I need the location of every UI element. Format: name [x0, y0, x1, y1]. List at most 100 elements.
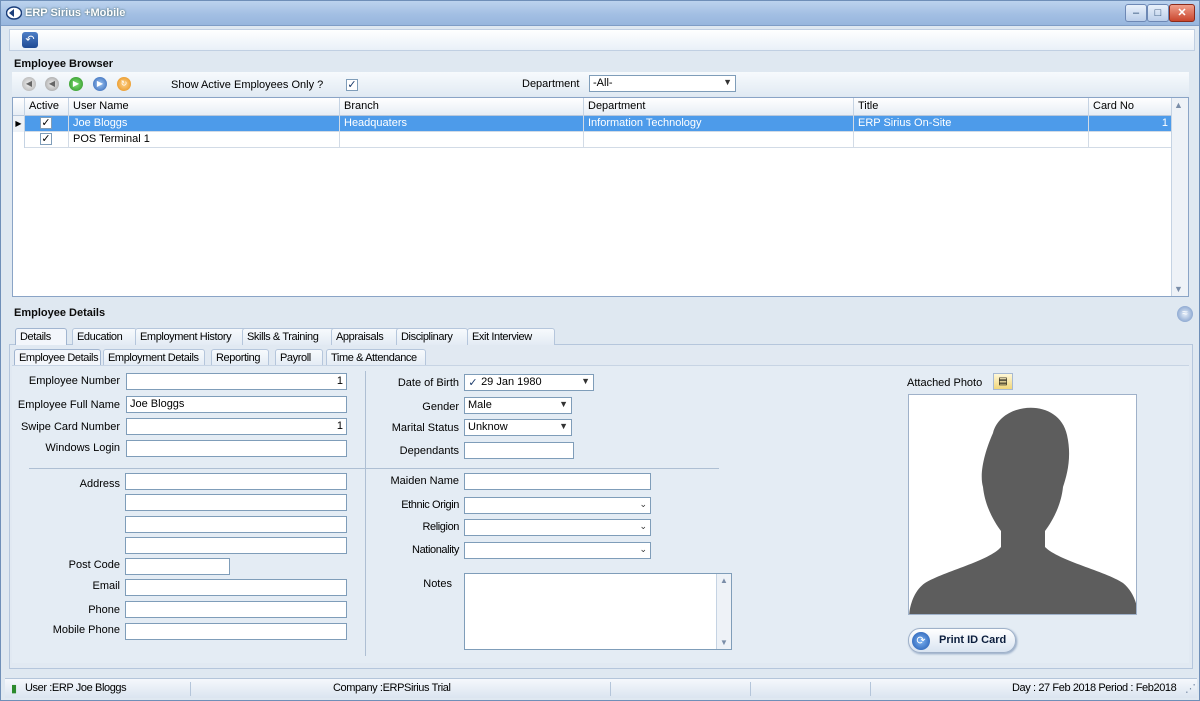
table-row[interactable]: ✓ POS Terminal 1: [13, 132, 1171, 148]
column-header-card-no[interactable]: Card No: [1089, 98, 1171, 116]
status-divider: [870, 682, 871, 696]
nationality-select[interactable]: ⌄: [464, 542, 651, 559]
column-header-branch[interactable]: Branch: [340, 98, 584, 116]
last-record-button[interactable]: ▶: [93, 77, 107, 91]
column-divider: [365, 371, 366, 656]
scroll-up-icon[interactable]: ▲: [1174, 100, 1183, 110]
address-line-2-field[interactable]: [125, 494, 347, 511]
cell-user-name: Joe Bloggs: [69, 116, 340, 132]
scroll-down-icon[interactable]: ▼: [1174, 284, 1183, 294]
full-name-label: Employee Full Name: [17, 399, 120, 411]
tab-payroll[interactable]: Payroll: [275, 349, 323, 366]
column-header-title[interactable]: Title: [854, 98, 1089, 116]
status-divider: [610, 682, 611, 696]
maximize-button[interactable]: □: [1147, 4, 1169, 22]
tab-disciplinary[interactable]: Disciplinary: [396, 328, 468, 345]
religion-select[interactable]: ⌄: [464, 519, 651, 536]
dob-value: 29 Jan 1980: [481, 376, 542, 388]
back-button[interactable]: ↶: [22, 32, 38, 48]
maiden-name-field[interactable]: [464, 473, 651, 490]
tab-exit-interview[interactable]: Exit Interview: [467, 328, 555, 345]
tab-time-attendance[interactable]: Time & Attendance: [326, 349, 426, 366]
post-code-field[interactable]: [125, 558, 230, 575]
tab-skills-training[interactable]: Skills & Training: [242, 328, 341, 345]
tab-employee-details[interactable]: Employee Details: [14, 349, 101, 366]
cell-branch: Headquaters: [340, 116, 584, 132]
previous-record-button[interactable]: ◀: [45, 77, 59, 91]
windows-login-field[interactable]: [126, 440, 347, 457]
gender-select[interactable]: Male ▼: [464, 397, 572, 414]
column-header-active[interactable]: Active: [25, 98, 69, 116]
column-header-user-name[interactable]: User Name: [69, 98, 340, 116]
notes-textarea[interactable]: ▲ ▼: [464, 573, 732, 650]
religion-label: Religion: [422, 521, 459, 533]
row-indicator-header: [13, 98, 25, 116]
marital-status-value: Unknow: [468, 421, 508, 433]
tab-details[interactable]: Details: [15, 328, 67, 345]
post-code-label: Post Code: [68, 559, 120, 571]
dob-picker[interactable]: ✓ 29 Jan 1980 ▼: [464, 374, 594, 391]
employee-photo: [908, 394, 1137, 615]
attached-photo-label: Attached Photo: [907, 377, 983, 389]
mobile-phone-field[interactable]: [125, 623, 347, 640]
active-checkbox[interactable]: ✓: [40, 117, 52, 129]
scroll-up-icon[interactable]: ▲: [720, 576, 728, 585]
address-line-4-field[interactable]: [125, 537, 347, 554]
tab-employment-details[interactable]: Employment Details: [103, 349, 205, 366]
department-filter-select[interactable]: -All- ▼: [589, 75, 736, 92]
open-folder-icon[interactable]: ▤: [993, 373, 1013, 390]
tab-reporting[interactable]: Reporting: [211, 349, 269, 366]
employee-number-field[interactable]: 1: [126, 373, 347, 390]
main-window: ERP Sirius +Mobile – □ ✕ ↶ Employee Brow…: [0, 0, 1200, 701]
tab-employment-history[interactable]: Employment History: [135, 328, 247, 345]
full-name-field[interactable]: Joe Bloggs: [126, 396, 347, 413]
close-button[interactable]: ✕: [1169, 4, 1195, 22]
address-line-3-field[interactable]: [125, 516, 347, 533]
ethnic-origin-label: Ethnic Origin: [401, 499, 459, 511]
cell-card-no: 1: [1161, 117, 1168, 129]
cell-branch: [340, 132, 584, 148]
cell-title: [854, 132, 1089, 148]
dependants-field[interactable]: [464, 442, 574, 459]
department-filter-label: Department: [522, 78, 580, 90]
marital-status-select[interactable]: Unknow ▼: [464, 419, 572, 436]
chevron-down-icon: ▼: [723, 77, 732, 87]
dob-checkbox[interactable]: ✓: [468, 378, 478, 390]
app-logo-icon: [6, 6, 22, 20]
active-checkbox[interactable]: ✓: [40, 133, 52, 145]
window-title: ERP Sirius +Mobile: [25, 7, 126, 19]
department-filter-value: -All-: [593, 77, 613, 89]
grid-header: Active User Name Branch Department Title…: [13, 98, 1171, 116]
refresh-button[interactable]: ↻: [117, 77, 131, 91]
cell-card-no: [1089, 132, 1171, 148]
cell-active[interactable]: ✓: [25, 132, 69, 148]
grid-scrollbar[interactable]: ▲ ▼: [1171, 98, 1188, 296]
marital-status-label: Marital Status: [391, 422, 459, 434]
next-record-button[interactable]: ▶: [69, 77, 83, 91]
row-indicator-icon: [13, 132, 25, 148]
print-id-card-button[interactable]: ⟳ Print ID Card: [908, 628, 1016, 653]
ethnic-origin-select[interactable]: ⌄: [464, 497, 651, 514]
tab-education[interactable]: Education: [72, 328, 137, 345]
chevron-down-icon: ▼: [581, 376, 590, 386]
phone-field[interactable]: [125, 601, 347, 618]
collapse-icon[interactable]: ≈: [1177, 306, 1193, 322]
resize-grip-icon[interactable]: ⋰: [1185, 682, 1196, 696]
cell-active[interactable]: ✓: [25, 116, 69, 132]
email-field[interactable]: [125, 579, 347, 596]
employee-browser-title: Employee Browser: [14, 58, 114, 70]
chevron-down-icon: ⌄: [639, 521, 647, 531]
table-row[interactable]: ▶ ✓ Joe Bloggs Headquaters Information T…: [13, 116, 1171, 132]
swipe-card-field[interactable]: 1: [126, 418, 347, 435]
active-only-checkbox[interactable]: ✓: [346, 79, 358, 91]
minimize-button[interactable]: –: [1125, 4, 1147, 22]
employee-number-label: Employee Number: [28, 375, 120, 387]
title-bar[interactable]: ERP Sirius +Mobile – □ ✕: [1, 1, 1199, 26]
first-record-button[interactable]: ◀: [22, 77, 36, 91]
tab-appraisals[interactable]: Appraisals: [331, 328, 403, 345]
address-line-1-field[interactable]: [125, 473, 347, 490]
notes-scrollbar[interactable]: ▲ ▼: [716, 574, 731, 649]
employee-details-title: Employee Details: [14, 307, 106, 319]
column-header-department[interactable]: Department: [584, 98, 854, 116]
scroll-down-icon[interactable]: ▼: [720, 638, 728, 647]
